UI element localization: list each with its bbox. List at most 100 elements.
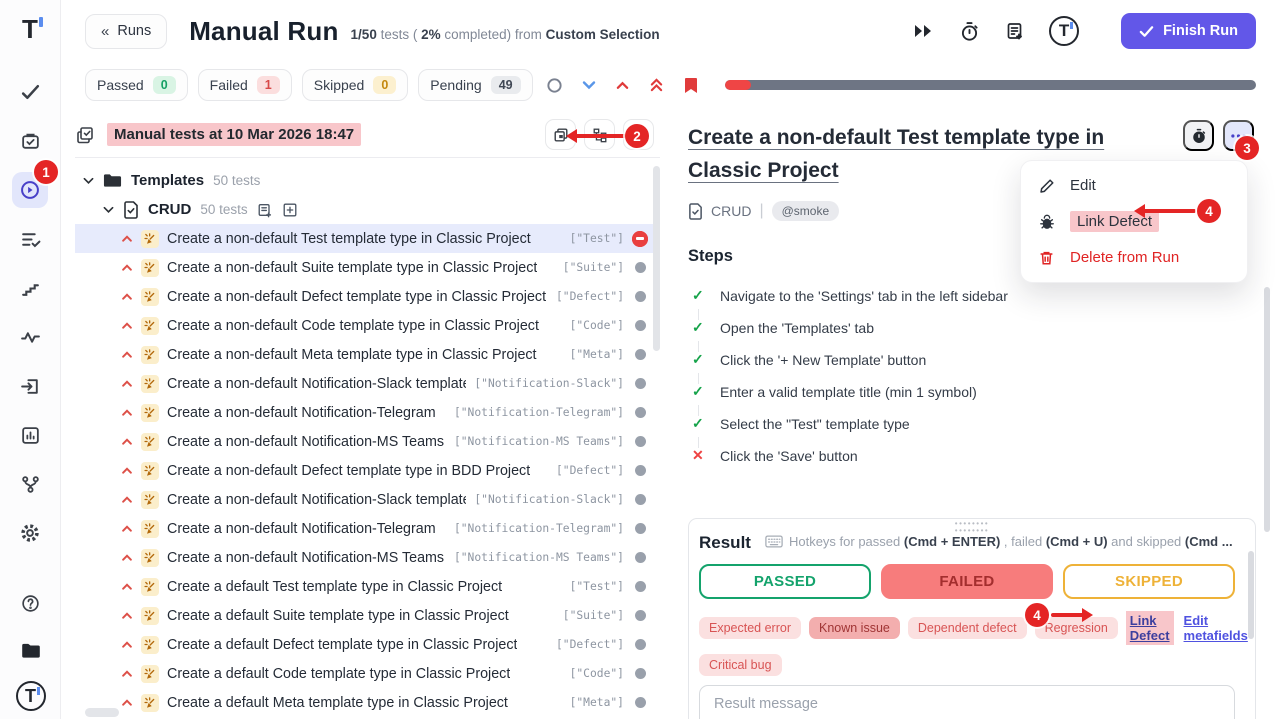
test-status-icon[interactable] — [632, 289, 648, 305]
add-test-icon[interactable] — [257, 202, 273, 218]
test-row[interactable]: Create a non-default Notification-Telegr… — [75, 514, 660, 543]
user-workspace-icon[interactable]: T — [1049, 16, 1079, 46]
skipped-button[interactable]: SKIPPED — [1063, 564, 1235, 599]
defect-tag-pill[interactable]: Dependent defect — [908, 617, 1027, 639]
back-to-runs-button[interactable]: « Runs — [85, 14, 167, 49]
failed-button[interactable]: FAILED — [881, 564, 1053, 599]
test-row[interactable]: Create a non-default Notification-Telegr… — [75, 398, 660, 427]
status-filter-chip[interactable]: Pending 49 — [418, 69, 532, 101]
test-row[interactable]: Create a non-default Notification-MS Tea… — [75, 427, 660, 456]
passed-button[interactable]: PASSED — [699, 564, 871, 599]
step-text: Click the '+ New Template' button — [720, 352, 926, 368]
step-row[interactable]: Select the "Test" template type — [688, 408, 1256, 440]
test-status-icon[interactable] — [632, 666, 648, 682]
settings-icon[interactable] — [12, 515, 48, 551]
test-status-icon[interactable] — [632, 347, 648, 363]
test-status-icon[interactable] — [632, 608, 648, 624]
test-row[interactable]: Create a non-default Notification-MS Tea… — [75, 543, 660, 572]
tests-check-icon[interactable] — [12, 74, 48, 110]
test-row[interactable]: Create a non-default Meta template type … — [75, 340, 660, 369]
logo-icon[interactable]: T — [16, 681, 46, 711]
timer-icon[interactable] — [957, 19, 981, 43]
projects-icon[interactable] — [13, 633, 49, 669]
test-status-icon[interactable] — [632, 231, 648, 247]
test-status-icon[interactable] — [632, 637, 648, 653]
test-row[interactable]: Create a default Test template type in C… — [75, 572, 660, 601]
test-row[interactable]: Create a default Code template type in C… — [75, 659, 660, 688]
test-plans-icon[interactable] — [12, 221, 48, 257]
test-status-icon[interactable] — [632, 318, 648, 334]
test-cases-icon[interactable] — [12, 123, 48, 159]
smoke-tag-badge[interactable]: @smoke — [772, 201, 840, 221]
test-status-icon[interactable] — [632, 521, 648, 537]
chevron-down-icon[interactable] — [577, 73, 601, 97]
add-suite-icon[interactable] — [282, 202, 298, 218]
suite-row-crud[interactable]: CRUD 50 tests — [75, 195, 660, 224]
edit-metafields-link[interactable]: Edit metafields — [1184, 613, 1248, 643]
test-row[interactable]: Create a default Defect template type in… — [75, 630, 660, 659]
finish-run-button[interactable]: Finish Run — [1121, 13, 1256, 49]
help-icon[interactable] — [13, 585, 49, 621]
suite-name: CRUD — [148, 201, 191, 218]
folder-row-templates[interactable]: Templates 50 tests — [75, 166, 660, 195]
status-filter-chip[interactable]: Skipped 0 — [302, 69, 409, 101]
step-row[interactable]: Enter a valid template title (min 1 symb… — [688, 376, 1256, 408]
step-text: Open the 'Templates' tab — [720, 320, 874, 336]
test-title: Create a non-default Notification-Telegr… — [167, 405, 436, 421]
test-status-icon[interactable] — [632, 405, 648, 421]
chevrons-up-icon[interactable] — [645, 73, 669, 97]
add-note-icon[interactable] — [1003, 19, 1027, 43]
pulse-icon[interactable] — [12, 319, 48, 355]
test-status-icon[interactable] — [632, 376, 648, 392]
circle-status-icon[interactable] — [543, 73, 567, 97]
defect-tag-pill[interactable]: Expected error — [699, 617, 801, 639]
menu-item-delete-from-run[interactable]: Delete from Run — [1039, 249, 1229, 266]
analytics-icon[interactable] — [12, 417, 48, 453]
defect-tag-pill[interactable]: Critical bug — [699, 654, 782, 676]
test-row[interactable]: Create a non-default Defect template typ… — [75, 282, 660, 311]
chevron-down-icon[interactable] — [83, 177, 94, 185]
tree-scrollbar[interactable] — [653, 166, 660, 351]
status-filter-chip[interactable]: Passed 0 — [85, 69, 188, 101]
test-row[interactable]: Create a non-default Test template type … — [75, 224, 660, 253]
test-row[interactable]: Create a default Suite template type in … — [75, 601, 660, 630]
import-icon[interactable] — [12, 368, 48, 404]
steps-scrollbar[interactable] — [1264, 287, 1270, 532]
tree-horizontal-scrollbar[interactable] — [85, 708, 119, 717]
test-row[interactable]: Create a default Meta template type in C… — [75, 688, 660, 717]
test-status-icon[interactable] — [632, 579, 648, 595]
test-row[interactable]: Create a non-default Notification-Slack … — [75, 485, 660, 514]
step-row[interactable]: Click the 'Save' button — [688, 440, 1256, 472]
app-logo-icon[interactable]: T — [15, 14, 45, 44]
breadcrumb-suite[interactable]: CRUD — [711, 203, 751, 219]
step-row[interactable]: Open the 'Templates' tab — [688, 312, 1256, 344]
steps-icon[interactable] — [12, 270, 48, 306]
fast-forward-icon[interactable] — [911, 19, 935, 43]
menu-item-edit[interactable]: Edit — [1039, 177, 1229, 194]
timer-button[interactable] — [1183, 120, 1214, 151]
status-filter-chip[interactable]: Failed 1 — [198, 69, 292, 101]
step-row[interactable]: Navigate to the 'Settings' tab in the le… — [688, 280, 1256, 312]
result-message-input[interactable] — [699, 685, 1235, 719]
test-status-icon[interactable] — [632, 434, 648, 450]
test-row[interactable]: Create a non-default Defect template typ… — [75, 456, 660, 485]
test-status-icon[interactable] — [632, 463, 648, 479]
link-defect-link[interactable]: Link Defect — [1126, 611, 1174, 645]
result-scrollbar[interactable] — [1248, 551, 1254, 639]
chevron-up-icon[interactable] — [611, 73, 635, 97]
test-status-icon[interactable] — [632, 695, 648, 711]
run-name-label[interactable]: Manual tests at 10 Mar 2026 18:47 — [107, 123, 361, 146]
branches-icon[interactable] — [12, 466, 48, 502]
test-status-icon[interactable] — [632, 550, 648, 566]
step-row[interactable]: Click the '+ New Template' button — [688, 344, 1256, 376]
test-status-icon[interactable] — [632, 492, 648, 508]
test-status-icon[interactable] — [632, 260, 648, 276]
resize-handle[interactable]: •••••••••••••••• — [689, 520, 1255, 534]
defect-tag-pill[interactable]: Known issue — [809, 617, 900, 639]
test-row[interactable]: Create a non-default Code template type … — [75, 311, 660, 340]
page-title: Manual Run — [189, 16, 338, 47]
test-row[interactable]: Create a non-default Suite template type… — [75, 253, 660, 282]
chevron-down-icon[interactable] — [103, 206, 114, 214]
bookmark-icon[interactable] — [679, 73, 703, 97]
test-row[interactable]: Create a non-default Notification-Slack … — [75, 369, 660, 398]
